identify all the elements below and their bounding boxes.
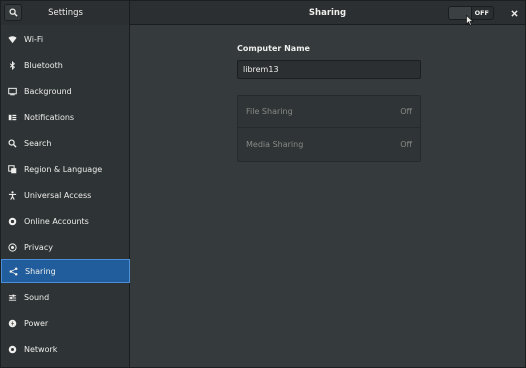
sidebar-item-label: Universal Access [24, 190, 92, 200]
sharing-services-list: File Sharing Off Media Sharing Off [237, 95, 421, 162]
sidebar-item-sharing[interactable]: Sharing [1, 259, 130, 283]
close-icon [510, 9, 518, 17]
search-icon [8, 138, 17, 148]
sidebar-item-network[interactable]: Network [1, 337, 130, 361]
sharing-panel: Computer Name librem13 File Sharing Off … [131, 26, 525, 367]
sidebar-item-label: Wi-Fi [24, 34, 44, 44]
header-bar: Settings Sharing OFF [1, 1, 525, 26]
sidebar-item-label: Search [24, 138, 52, 148]
region-icon [8, 164, 17, 174]
notifications-icon [8, 113, 17, 122]
online-accounts-icon [8, 217, 17, 226]
file-sharing-label: File Sharing [246, 107, 293, 116]
sidebar-item-background[interactable]: Background [1, 79, 130, 103]
sidebar-item-online-accounts[interactable]: Online Accounts [1, 209, 130, 233]
sidebar-item-notifications[interactable]: Notifications [1, 105, 130, 129]
sidebar-header: Settings [1, 1, 130, 25]
sidebar: Wi-Fi Bluetooth Background Notifications… [1, 25, 130, 367]
media-sharing-label: Media Sharing [246, 140, 304, 149]
sidebar-item-universal-access[interactable]: Universal Access [1, 183, 130, 207]
network-icon [8, 345, 17, 354]
sidebar-item-wifi[interactable]: Wi-Fi [1, 27, 130, 51]
wifi-icon [8, 35, 17, 44]
file-sharing-row[interactable]: File Sharing Off [238, 96, 420, 128]
media-sharing-row[interactable]: Media Sharing Off [238, 129, 420, 161]
sidebar-item-label: Background [24, 86, 72, 96]
sidebar-item-label: Online Accounts [24, 216, 89, 226]
background-icon [8, 87, 17, 96]
universal-access-icon [8, 190, 17, 200]
sound-icon [8, 293, 17, 302]
mouse-cursor-icon [466, 15, 474, 26]
switch-state-label: OFF [474, 9, 489, 17]
power-icon [8, 319, 17, 328]
bluetooth-icon [8, 60, 17, 70]
sharing-icon [9, 267, 18, 276]
sidebar-item-label: Privacy [24, 242, 53, 252]
sidebar-item-label: Power [24, 318, 49, 328]
media-sharing-status: Off [400, 140, 412, 149]
file-sharing-status: Off [400, 107, 412, 116]
sidebar-item-sound[interactable]: Sound [1, 285, 130, 309]
sidebar-item-region-language[interactable]: Region & Language [1, 157, 130, 181]
sidebar-item-label: Bluetooth [24, 60, 63, 70]
sidebar-item-label: Network [24, 344, 58, 354]
sidebar-item-label: Notifications [24, 112, 75, 122]
sidebar-item-bluetooth[interactable]: Bluetooth [1, 53, 130, 77]
search-button[interactable] [4, 4, 22, 21]
search-icon [8, 8, 18, 17]
sidebar-item-label: Sharing [25, 266, 56, 276]
sidebar-item-power[interactable]: Power [1, 311, 130, 335]
sidebar-item-search[interactable]: Search [1, 131, 130, 155]
privacy-icon [8, 242, 17, 252]
computer-name-field[interactable]: librem13 [237, 60, 421, 79]
close-button[interactable] [506, 5, 522, 21]
sidebar-item-privacy[interactable]: Privacy [1, 235, 130, 259]
sidebar-item-label: Sound [24, 292, 50, 302]
computer-name-label: Computer Name [237, 44, 310, 53]
sidebar-item-label: Region & Language [24, 164, 103, 174]
settings-window: Settings Sharing OFF Wi-Fi Bluetooth Bac… [0, 0, 526, 368]
